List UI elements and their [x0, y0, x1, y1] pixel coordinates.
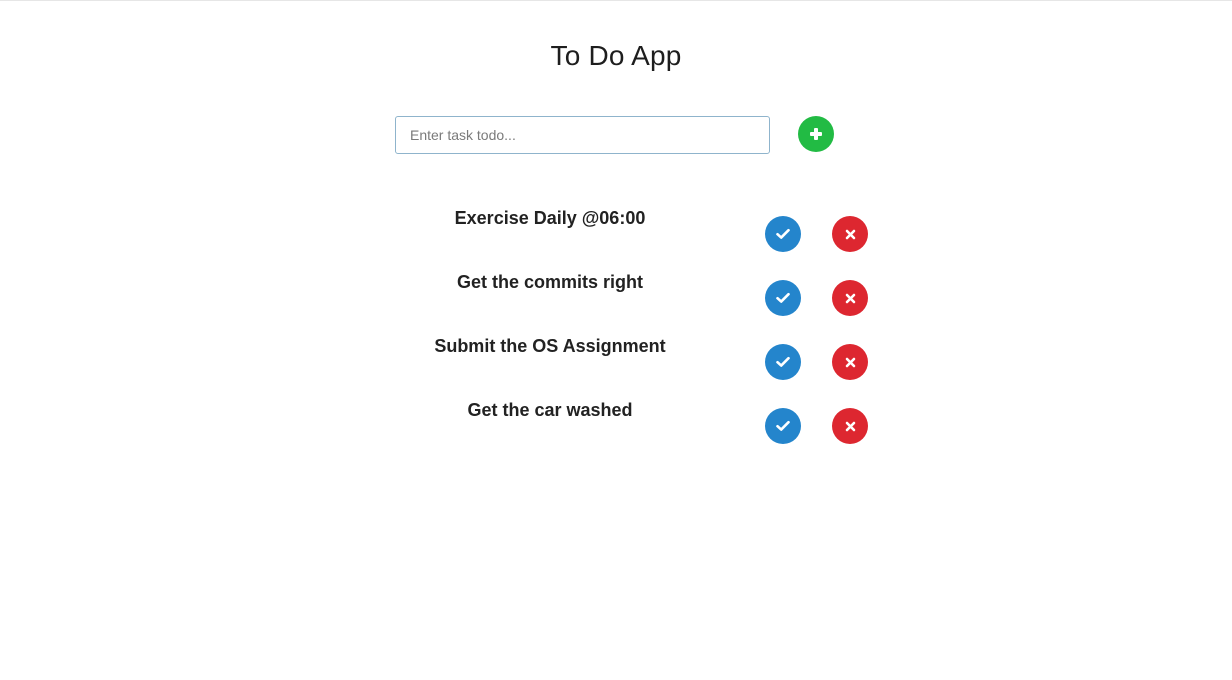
task-item: Submit the OS Assignment — [0, 336, 1232, 380]
times-icon — [845, 293, 856, 304]
complete-task-button[interactable] — [765, 280, 801, 316]
plus-icon — [809, 127, 823, 141]
task-text: Submit the OS Assignment — [434, 336, 666, 356]
times-icon — [845, 229, 856, 240]
delete-task-button[interactable] — [832, 408, 868, 444]
task-text: Get the commits right — [456, 272, 644, 292]
check-icon — [776, 420, 790, 432]
task-item: Get the commits right — [0, 272, 1232, 316]
task-item: Exercise Daily @06:00 — [0, 208, 1232, 252]
add-task-button[interactable] — [798, 116, 834, 152]
todo-app: To Do App Exercise Daily @06:00 Get the c… — [0, 0, 1232, 680]
page-title: To Do App — [550, 40, 682, 71]
task-text: Get the car washed — [467, 400, 633, 420]
delete-task-button[interactable] — [832, 280, 868, 316]
complete-task-button[interactable] — [765, 344, 801, 380]
delete-task-button[interactable] — [832, 216, 868, 252]
task-text: Exercise Daily @06:00 — [454, 208, 646, 228]
times-icon — [845, 357, 856, 368]
check-icon — [776, 292, 790, 304]
complete-task-button[interactable] — [765, 408, 801, 444]
task-input[interactable] — [395, 116, 770, 154]
delete-task-button[interactable] — [832, 344, 868, 380]
check-icon — [776, 228, 790, 240]
task-item: Get the car washed — [0, 400, 1232, 444]
check-icon — [776, 356, 790, 368]
times-icon — [845, 421, 856, 432]
complete-task-button[interactable] — [765, 216, 801, 252]
